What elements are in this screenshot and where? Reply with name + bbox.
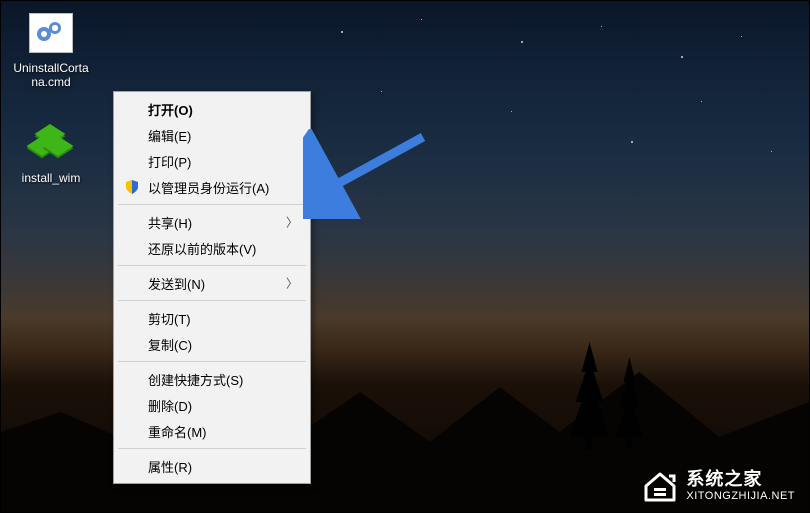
context-menu: 打开(O) 编辑(E) 打印(P) 以管理员身份运行(A) 共享(H) 〉 还原… bbox=[113, 91, 311, 484]
desktop-icon-uninstall-cortana-cmd[interactable]: UninstallCortana.cmd bbox=[11, 9, 91, 89]
watermark: 系统之家 XITONGZHIJIA.NET bbox=[642, 470, 795, 502]
cmd-file-icon bbox=[27, 9, 75, 57]
menu-separator bbox=[118, 300, 306, 301]
menu-item-cut[interactable]: 剪切(T) bbox=[116, 305, 308, 331]
watermark-en: XITONGZHIJIA.NET bbox=[686, 490, 795, 502]
chevron-right-icon: 〉 bbox=[286, 214, 298, 231]
menu-separator bbox=[118, 448, 306, 449]
menu-item-delete[interactable]: 删除(D) bbox=[116, 392, 308, 418]
menu-item-label: 复制(C) bbox=[148, 335, 192, 354]
menu-item-create-shortcut[interactable]: 创建快捷方式(S) bbox=[116, 366, 308, 392]
menu-item-label: 重命名(M) bbox=[148, 422, 207, 441]
menu-item-label: 打开(O) bbox=[148, 100, 193, 119]
menu-item-label: 以管理员身份运行(A) bbox=[148, 178, 269, 197]
menu-item-properties[interactable]: 属性(R) bbox=[116, 453, 308, 479]
menu-item-share[interactable]: 共享(H) 〉 bbox=[116, 209, 308, 235]
desktop-icon-label: UninstallCortana.cmd bbox=[11, 61, 91, 89]
menu-separator bbox=[118, 265, 306, 266]
shield-icon bbox=[124, 179, 140, 195]
menu-item-rename[interactable]: 重命名(M) bbox=[116, 418, 308, 444]
watermark-cn: 系统之家 bbox=[686, 470, 795, 490]
menu-separator bbox=[118, 361, 306, 362]
wim-file-icon bbox=[27, 119, 75, 167]
menu-item-label: 属性(R) bbox=[148, 457, 192, 476]
menu-item-label: 删除(D) bbox=[148, 396, 192, 415]
chevron-right-icon: 〉 bbox=[286, 275, 298, 292]
menu-separator bbox=[118, 204, 306, 205]
menu-item-label: 共享(H) bbox=[148, 213, 192, 232]
menu-item-restore-versions[interactable]: 还原以前的版本(V) bbox=[116, 235, 308, 261]
menu-item-label: 剪切(T) bbox=[148, 309, 191, 328]
menu-item-send-to[interactable]: 发送到(N) 〉 bbox=[116, 270, 308, 296]
menu-item-label: 还原以前的版本(V) bbox=[148, 239, 256, 258]
menu-item-label: 打印(P) bbox=[148, 152, 191, 171]
menu-item-open[interactable]: 打开(O) bbox=[116, 96, 308, 122]
menu-item-label: 发送到(N) bbox=[148, 274, 205, 293]
menu-item-edit[interactable]: 编辑(E) bbox=[116, 122, 308, 148]
desktop-icon-label: install_wim bbox=[11, 171, 91, 185]
desktop-icon-install-wim[interactable]: install_wim bbox=[11, 119, 91, 185]
menu-item-copy[interactable]: 复制(C) bbox=[116, 331, 308, 357]
menu-item-label: 创建快捷方式(S) bbox=[148, 370, 243, 389]
house-icon bbox=[642, 470, 678, 502]
menu-item-label: 编辑(E) bbox=[148, 126, 191, 145]
menu-item-print[interactable]: 打印(P) bbox=[116, 148, 308, 174]
menu-item-run-as-admin[interactable]: 以管理员身份运行(A) bbox=[116, 174, 308, 200]
